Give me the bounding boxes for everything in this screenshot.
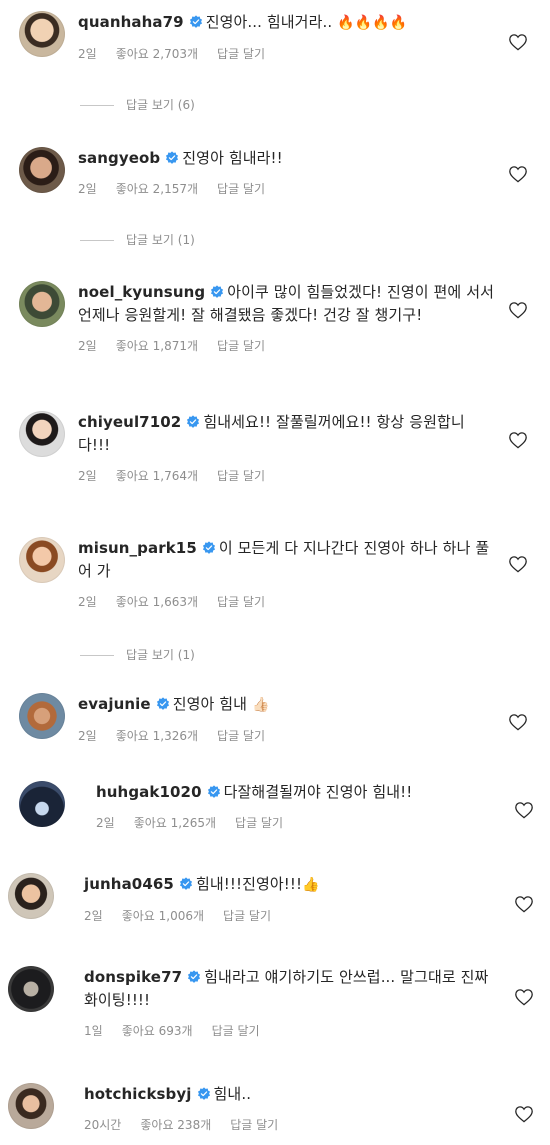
- reply-button[interactable]: 답글 달기: [230, 1118, 278, 1132]
- avatar[interactable]: [19, 281, 65, 327]
- heart-outline-icon[interactable]: [514, 801, 534, 819]
- avatar[interactable]: [8, 873, 54, 919]
- comment-likes[interactable]: 좋아요 1,871개: [116, 339, 198, 353]
- avatar[interactable]: [8, 966, 54, 1012]
- comment-likes[interactable]: 좋아요 2,703개: [116, 47, 198, 61]
- avatar[interactable]: [19, 537, 65, 583]
- avatar[interactable]: [19, 147, 65, 193]
- comment-meta: 2일 좋아요 1,265개 답글 달기: [96, 814, 495, 831]
- avatar[interactable]: [19, 693, 65, 739]
- thumbs-up-emoji: 👍🏻: [251, 697, 270, 713]
- verified-badge-icon: [186, 415, 200, 429]
- comment-time: 2일: [78, 469, 97, 483]
- heart-outline-icon[interactable]: [514, 988, 534, 1006]
- avatar[interactable]: [19, 781, 65, 827]
- comment-username[interactable]: junha0465: [84, 875, 174, 893]
- comment-meta: 2일 좋아요 1,006개 답글 달기: [84, 907, 495, 924]
- comment-username[interactable]: chiyeul7102: [78, 413, 181, 431]
- comment-meta: 1일 좋아요 693개 답글 달기: [84, 1022, 495, 1039]
- comment-likes[interactable]: 좋아요 2,157개: [116, 182, 198, 196]
- reply-button[interactable]: 답글 달기: [217, 469, 265, 483]
- comment-time: 2일: [78, 729, 97, 743]
- heart-outline-icon[interactable]: [508, 165, 528, 183]
- view-replies[interactable]: 답글 보기 (1): [80, 646, 195, 663]
- verified-badge-icon: [165, 151, 179, 165]
- comment-username[interactable]: donspike77: [84, 968, 182, 986]
- comment-text: 진영아... 힘내거라..: [205, 13, 333, 31]
- view-replies-label[interactable]: 답글 보기 (1): [126, 233, 195, 247]
- heart-outline-icon[interactable]: [508, 713, 528, 731]
- verified-badge-icon: [202, 541, 216, 555]
- heart-outline-icon[interactable]: [514, 895, 534, 913]
- view-replies-label[interactable]: 답글 보기 (1): [126, 648, 195, 662]
- comment-meta: 2일 좋아요 1,326개 답글 달기: [78, 727, 495, 744]
- verified-badge-icon: [187, 970, 201, 984]
- comment-username[interactable]: noel_kyunsung: [78, 283, 205, 301]
- verified-badge-icon: [207, 785, 221, 799]
- comment-meta: 2일 좋아요 2,703개 답글 달기: [78, 45, 495, 62]
- avatar[interactable]: [19, 411, 65, 457]
- comment-likes[interactable]: 좋아요 1,265개: [134, 816, 216, 830]
- verified-badge-icon: [156, 697, 170, 711]
- comment-username[interactable]: quanhaha79: [78, 13, 184, 31]
- comment-time: 2일: [78, 339, 97, 353]
- comment-username[interactable]: misun_park15: [78, 539, 197, 557]
- avatar[interactable]: [8, 1083, 54, 1129]
- reply-button[interactable]: 답글 달기: [217, 182, 265, 196]
- comment-username[interactable]: sangyeob: [78, 149, 160, 167]
- heart-outline-icon[interactable]: [508, 301, 528, 319]
- comment-meta: 2일 좋아요 1,663개 답글 달기: [78, 593, 495, 610]
- verified-badge-icon: [197, 1087, 211, 1101]
- comment-username[interactable]: evajunie: [78, 695, 151, 713]
- comment-time: 2일: [78, 47, 97, 61]
- comment-text: 진영아 힘내라!!: [182, 149, 283, 167]
- comment-likes[interactable]: 좋아요 1,006개: [122, 909, 204, 923]
- comment-text: 힘내!!!진영아!!!: [195, 875, 303, 893]
- reply-button[interactable]: 답글 달기: [217, 47, 265, 61]
- heart-outline-icon[interactable]: [514, 1105, 534, 1123]
- comment-text: 다잘해결될꺼야 진영아 힘내!!: [223, 783, 413, 801]
- thumbs-up-emoji: 👍: [302, 877, 320, 893]
- comment-meta: 2일 좋아요 1,871개 답글 달기: [78, 337, 495, 354]
- comment-username[interactable]: hotchicksbyj: [84, 1085, 192, 1103]
- reply-button[interactable]: 답글 달기: [217, 595, 265, 609]
- comment-time: 2일: [78, 595, 97, 609]
- comment-time: 20시간: [84, 1118, 122, 1132]
- verified-badge-icon: [179, 877, 193, 891]
- comment-time: 2일: [78, 182, 97, 196]
- reply-button[interactable]: 답글 달기: [235, 816, 283, 830]
- comment-text: 힘내..: [213, 1085, 252, 1103]
- comment-text: 진영아 힘내: [172, 695, 248, 713]
- view-replies-label[interactable]: 답글 보기 (6): [126, 98, 195, 112]
- comment-meta: 20시간 좋아요 238개 답글 달기: [84, 1116, 495, 1133]
- reply-button[interactable]: 답글 달기: [217, 729, 265, 743]
- heart-outline-icon[interactable]: [508, 555, 528, 573]
- comment-likes[interactable]: 좋아요 693개: [122, 1024, 193, 1038]
- view-replies[interactable]: 답글 보기 (1): [80, 231, 195, 248]
- avatar[interactable]: [19, 11, 65, 57]
- verified-badge-icon: [210, 285, 224, 299]
- comment-likes[interactable]: 좋아요 1,663개: [116, 595, 198, 609]
- view-replies[interactable]: 답글 보기 (6): [80, 96, 195, 113]
- reply-button[interactable]: 답글 달기: [217, 339, 265, 353]
- comment-time: 1일: [84, 1024, 103, 1038]
- reply-button[interactable]: 답글 달기: [223, 909, 271, 923]
- comment-likes[interactable]: 좋아요 1,326개: [116, 729, 198, 743]
- heart-outline-icon[interactable]: [508, 33, 528, 51]
- comment-time: 2일: [84, 909, 103, 923]
- reply-button[interactable]: 답글 달기: [212, 1024, 260, 1038]
- comment-likes[interactable]: 좋아요 1,764개: [116, 469, 198, 483]
- comment-time: 2일: [96, 816, 115, 830]
- verified-badge-icon: [189, 15, 203, 29]
- heart-outline-icon[interactable]: [508, 431, 528, 449]
- fire-emoji: 🔥🔥🔥🔥: [337, 15, 408, 31]
- comment-likes[interactable]: 좋아요 238개: [140, 1118, 211, 1132]
- comment-username[interactable]: huhgak1020: [96, 783, 202, 801]
- comment-meta: 2일 좋아요 1,764개 답글 달기: [78, 467, 495, 484]
- comment-meta: 2일 좋아요 2,157개 답글 달기: [78, 180, 495, 197]
